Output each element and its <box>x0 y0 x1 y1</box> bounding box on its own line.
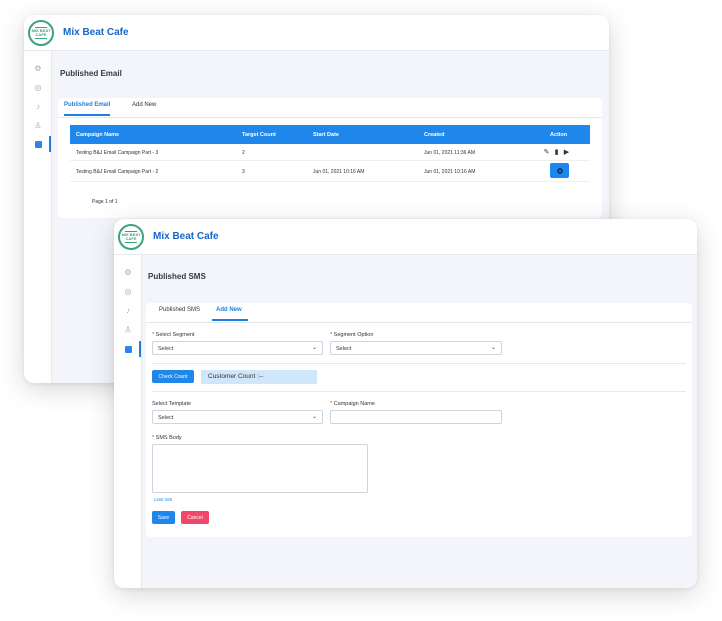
top-bar: MIX BEAT CAFE Mix Beat Cafe <box>24 15 609 51</box>
divider <box>152 391 686 392</box>
tab-published-sms[interactable]: Published SMS <box>159 307 200 319</box>
chevron-down-icon: ⌄ <box>311 414 317 420</box>
segment-option-label: * Segment Option <box>330 332 374 338</box>
published-sms-window: MIX BEAT CAFE Mix Beat Cafe ⚙ ◎ ♪ ♙ Publi… <box>114 219 697 588</box>
screenshot-stage: MIX BEAT CAFE Mix Beat Cafe ⚙ ◎ ♪ ♙ Publi… <box>0 0 722 621</box>
column-header[interactable]: Start Date <box>313 132 339 138</box>
bell-icon[interactable]: ♪ <box>120 303 136 317</box>
cancel-button[interactable]: Cancel <box>181 511 209 524</box>
column-header[interactable]: Target Count <box>242 132 276 138</box>
campaign-name-input[interactable] <box>330 410 502 424</box>
email-card: Published Email Add New Campaign Name Ta… <box>58 98 602 218</box>
select-segment-dropdown[interactable]: Select ⌄ <box>152 341 323 355</box>
row-actions: ✎ ▮ ▶ <box>543 148 570 156</box>
column-header[interactable]: Action <box>550 132 567 138</box>
customer-count-display: Customer Count :-- <box>201 370 317 384</box>
active-indicator <box>139 341 141 357</box>
mix-beat-cafe-logo[interactable]: MIX BEAT CAFE <box>28 19 54 46</box>
play-icon[interactable]: ▶ <box>563 148 570 156</box>
tab-add-new[interactable]: Add New <box>132 102 156 114</box>
sms-body-label: * SMS Body <box>152 435 182 441</box>
campaign-icon[interactable] <box>30 137 46 151</box>
save-button[interactable]: Save <box>152 511 175 524</box>
pagination: Page 1 of 1 <box>92 199 118 205</box>
cell-campaign-name: Testing B&J Email Campaign Part - 2 <box>76 169 159 175</box>
tab-published-email[interactable]: Published Email <box>64 102 111 116</box>
running-gear-button[interactable] <box>550 163 569 178</box>
character-limit: Limit:160 <box>154 497 173 502</box>
mix-beat-cafe-logo[interactable]: MIX BEAT CAFE <box>118 223 144 250</box>
tab-bar: Published Email Add New <box>58 98 602 118</box>
select-template-label: Select Template <box>152 401 192 407</box>
table-row: Testing B&J Email Campaign Part - 2 3 Ju… <box>70 162 590 182</box>
check-count-button[interactable]: Check Count <box>152 370 194 383</box>
running-gear-icon <box>556 167 563 174</box>
delete-icon[interactable]: ▮ <box>553 148 560 156</box>
cell-start-date: Jun 01, 2021 10:16 AM <box>313 169 365 175</box>
edit-icon[interactable]: ✎ <box>543 148 550 156</box>
cell-target-count: 3 <box>242 169 245 175</box>
table-row: Testing B&J Email Campaign Part - 3 2 Ju… <box>70 145 590 161</box>
app-name: Mix Beat Cafe <box>63 27 129 38</box>
select-segment-label: * Select Segment <box>152 332 195 338</box>
app-name: Mix Beat Cafe <box>153 231 219 242</box>
page-title: Published Email <box>60 69 122 78</box>
cell-created: Jun 01, 2021 10:16 AM <box>424 169 476 175</box>
campaign-icon[interactable] <box>120 342 136 356</box>
segment-option-dropdown[interactable]: Select ⌄ <box>330 341 502 355</box>
active-indicator <box>49 136 51 152</box>
bell-icon[interactable]: ♪ <box>30 99 46 113</box>
contact-icon[interactable]: ◎ <box>120 284 136 298</box>
top-bar: MIX BEAT CAFE Mix Beat Cafe <box>114 219 697 255</box>
gear-icon[interactable]: ⚙ <box>120 265 136 279</box>
sidebar: ⚙ ◎ ♪ ♙ <box>114 255 142 588</box>
tab-add-new[interactable]: Add New <box>212 307 248 321</box>
cell-campaign-name: Testing B&J Email Campaign Part - 3 <box>76 150 159 156</box>
cell-target-count: 2 <box>242 150 245 156</box>
column-header[interactable]: Campaign Name <box>76 132 119 138</box>
page-title: Published SMS <box>148 272 206 281</box>
gear-icon[interactable]: ⚙ <box>30 61 46 75</box>
select-template-dropdown[interactable]: Select ⌄ <box>152 410 323 424</box>
tab-bar: Published SMS Add New <box>146 303 692 323</box>
divider <box>152 363 686 364</box>
chevron-down-icon: ⌄ <box>490 345 496 351</box>
column-header[interactable]: Created <box>424 132 444 138</box>
sidebar: ⚙ ◎ ♪ ♙ <box>24 51 52 383</box>
sms-card: Published SMS Add New * Select Segment S… <box>146 303 692 537</box>
user-icon[interactable]: ♙ <box>120 322 136 336</box>
contact-icon[interactable]: ◎ <box>30 80 46 94</box>
campaign-name-label: * Campaign Name <box>330 401 375 407</box>
user-icon[interactable]: ♙ <box>30 118 46 132</box>
table-header: Campaign Name Target Count Start Date Cr… <box>70 125 590 144</box>
chevron-down-icon: ⌄ <box>311 345 317 351</box>
sms-body-textarea[interactable] <box>152 444 368 493</box>
cell-created: Jun 01, 2021 11:36 AM <box>424 150 476 156</box>
